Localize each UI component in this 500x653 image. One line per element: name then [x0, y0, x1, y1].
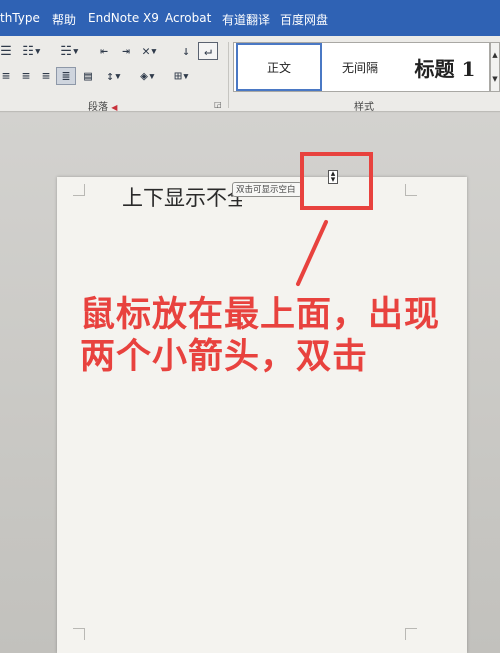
- styles-group-label: 样式: [354, 102, 374, 113]
- styles-gallery-scroll[interactable]: ▲ ▼: [490, 42, 500, 92]
- paragraph-marker-icon: ◀: [111, 103, 118, 112]
- numbered-list-icon[interactable]: ☷▾: [22, 42, 42, 60]
- menu-bar: thType 帮助 EndNote X9 Acrobat 有道翻译 百度网盘: [0, 0, 500, 36]
- menu-youdao-translate[interactable]: 有道翻译: [222, 11, 270, 28]
- line-spacing-icon[interactable]: ↕▾: [104, 67, 124, 85]
- menu-endnote[interactable]: EndNote X9: [88, 11, 159, 25]
- hide-whitespace-tooltip: 双击可显示空白: [232, 182, 302, 197]
- margin-mark-bottom-left: [73, 628, 85, 640]
- menu-acrobat[interactable]: Acrobat: [165, 11, 211, 25]
- style-heading-1[interactable]: 标题 1: [400, 43, 490, 91]
- decrease-indent-icon[interactable]: ⇤: [94, 42, 114, 60]
- paragraph-group-label: 段落 ◀: [88, 102, 118, 113]
- align-center-icon[interactable]: ≡: [16, 67, 36, 85]
- borders-icon[interactable]: ⊞▾: [172, 67, 192, 85]
- style-normal[interactable]: 正文: [236, 43, 322, 91]
- menu-baidu-netdisk[interactable]: 百度网盘: [280, 11, 328, 28]
- bullet-list-icon[interactable]: ☰: [0, 42, 16, 60]
- margin-mark-top-right: [405, 184, 417, 196]
- paragraph-dialog-launcher-icon[interactable]: ◲: [214, 100, 222, 109]
- show-marks-icon[interactable]: ↵: [198, 42, 218, 60]
- distributed-icon[interactable]: ▤: [78, 67, 98, 85]
- annotation-text: 鼠标放在最上面，出现两个小箭头，双击: [80, 295, 441, 377]
- increase-indent-icon[interactable]: ⇥: [116, 42, 136, 60]
- ribbon: ☰ ☷▾ ☵▾ ⇤ ⇥ ✕▾ ↓ ↵ ≡ ≡ ≡ ≣ ▤ ↕▾ ◈▾ ⊞▾ 段落…: [0, 36, 500, 113]
- multilevel-list-icon[interactable]: ☵▾: [60, 42, 80, 60]
- justify-icon[interactable]: ≣: [56, 67, 76, 85]
- annotation-highlight-box: [300, 152, 373, 210]
- style-no-spacing[interactable]: 无间隔: [322, 43, 398, 91]
- ribbon-separator: [228, 42, 229, 108]
- menu-mathtype[interactable]: thType: [0, 11, 40, 25]
- menu-help[interactable]: 帮助: [52, 11, 76, 28]
- document-body-text[interactable]: 上下显示不全、: [122, 182, 242, 212]
- chinese-layout-icon[interactable]: ✕▾: [140, 42, 160, 60]
- document-page[interactable]: [57, 177, 467, 653]
- align-right-icon[interactable]: ≡: [36, 67, 56, 85]
- align-left-icon[interactable]: ≡: [0, 67, 16, 85]
- styles-gallery: 正文 无间隔 标题 1: [233, 42, 490, 92]
- chevron-down-icon[interactable]: ▼: [492, 75, 497, 83]
- margin-mark-bottom-right: [405, 628, 417, 640]
- shading-icon[interactable]: ◈▾: [138, 67, 158, 85]
- chevron-up-icon[interactable]: ▲: [492, 51, 497, 59]
- margin-mark-top-left: [73, 184, 85, 196]
- sort-icon[interactable]: ↓: [176, 42, 196, 60]
